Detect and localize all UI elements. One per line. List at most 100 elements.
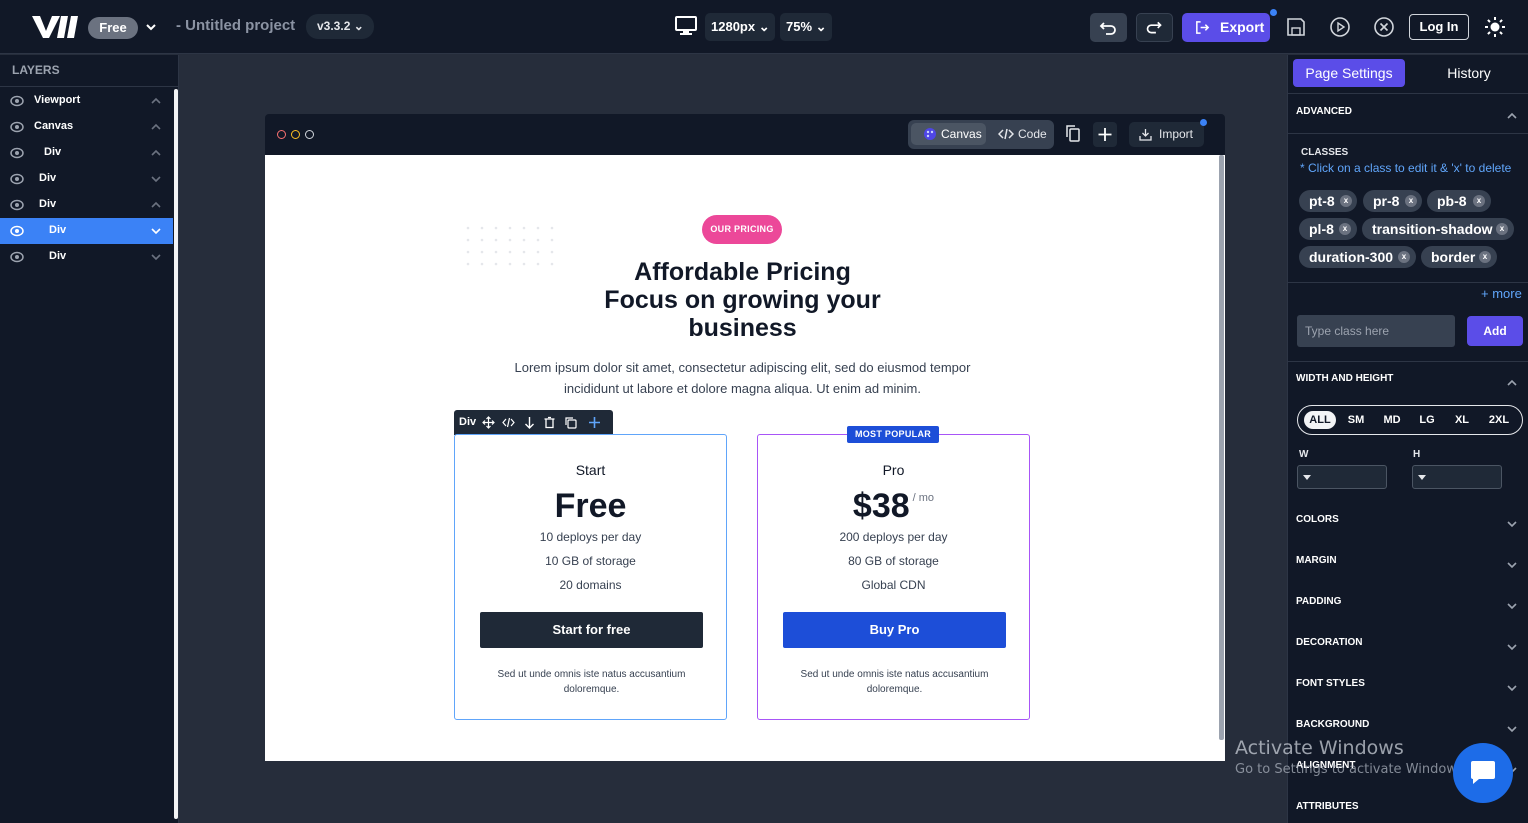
class-chip[interactable]: transition-shadow x <box>1362 218 1514 240</box>
redo-button[interactable] <box>1136 13 1173 42</box>
scrollbar[interactable] <box>174 89 178 819</box>
remove-icon[interactable]: x <box>1405 195 1417 207</box>
section-decoration[interactable]: DECORATION <box>1296 637 1362 648</box>
class-chip[interactable]: pt-8 x <box>1299 190 1357 212</box>
layer-canvas[interactable]: Canvas <box>0 114 173 140</box>
desktop-icon[interactable] <box>675 16 697 36</box>
chevron-down-icon[interactable] <box>1506 601 1518 611</box>
eye-icon[interactable] <box>10 199 24 211</box>
chevron-down-icon[interactable] <box>1506 560 1518 570</box>
eye-icon[interactable] <box>10 173 24 185</box>
remove-icon[interactable]: x <box>1473 195 1485 207</box>
breakpoint-sm[interactable]: SM <box>1341 411 1371 429</box>
breakpoint-lg[interactable]: LG <box>1413 411 1441 429</box>
zoom-value: 75% <box>786 19 813 34</box>
remove-icon[interactable]: x <box>1479 251 1491 263</box>
chevron-down-icon[interactable] <box>144 20 158 34</box>
eye-icon[interactable] <box>10 225 24 237</box>
canvas-page[interactable]: OUR PRICING Affordable Pricing Focus on … <box>265 155 1225 761</box>
chevron-down-icon[interactable] <box>150 226 162 236</box>
pricing-card-pro[interactable]: Pro $38/ mo 200 deploys per day 80 GB of… <box>757 434 1030 720</box>
section-background[interactable]: BACKGROUND <box>1296 719 1369 730</box>
class-chip[interactable]: border x <box>1421 246 1497 268</box>
tab-history[interactable]: History <box>1426 59 1512 87</box>
height-select[interactable] <box>1412 465 1502 489</box>
version-dropdown[interactable]: v3.3.2 ⌄ <box>306 14 374 39</box>
section-font-styles[interactable]: FONT STYLES <box>1296 678 1365 689</box>
chevron-up-icon[interactable] <box>150 122 162 132</box>
save-icon[interactable] <box>1285 16 1307 38</box>
layer-div[interactable]: Div <box>0 192 173 218</box>
undo-button[interactable] <box>1090 13 1127 42</box>
chevron-down-icon[interactable] <box>1506 642 1518 652</box>
close-circle-icon[interactable] <box>1373 16 1395 38</box>
class-chip[interactable]: duration-300 x <box>1299 246 1416 268</box>
class-chip[interactable]: pb-8 x <box>1427 190 1491 212</box>
import-button[interactable]: Import <box>1129 122 1204 147</box>
chevron-up-icon[interactable] <box>150 200 162 210</box>
chevron-down-icon[interactable] <box>150 252 162 262</box>
logo[interactable] <box>30 14 82 40</box>
canvas-mode-button[interactable]: Canvas <box>911 123 986 145</box>
buy-pro-button[interactable]: Buy Pro <box>783 612 1006 648</box>
chevron-up-icon[interactable] <box>1506 111 1518 121</box>
start-for-free-button[interactable]: Start for free <box>480 612 703 648</box>
login-button[interactable]: Log In <box>1409 14 1469 40</box>
layer-div[interactable]: Div <box>0 166 173 192</box>
code-mode-button[interactable]: Code <box>998 123 1047 145</box>
class-chip[interactable]: pl-8 x <box>1299 218 1357 240</box>
add-class-button[interactable]: Add <box>1467 316 1523 346</box>
layer-div[interactable]: Div <box>0 140 173 166</box>
remove-icon[interactable]: x <box>1339 223 1351 235</box>
chevron-down-icon[interactable] <box>1506 683 1518 693</box>
section-advanced[interactable]: ADVANCED <box>1296 106 1352 117</box>
layer-viewport[interactable]: Viewport <box>0 88 173 114</box>
trash-icon[interactable] <box>543 416 556 429</box>
layer-div-selected[interactable]: Div <box>0 218 173 244</box>
eye-icon[interactable] <box>10 251 24 263</box>
arrow-down-icon[interactable] <box>523 416 536 429</box>
chevron-down-icon[interactable] <box>1506 724 1518 734</box>
more-classes-link[interactable]: + more <box>1481 286 1522 301</box>
pricing-card-start[interactable]: Start Free 10 deploys per day 10 GB of s… <box>454 434 727 720</box>
sun-icon[interactable] <box>1484 16 1506 38</box>
project-name[interactable]: - Untitled project <box>176 17 295 34</box>
duplicate-icon[interactable] <box>564 416 577 429</box>
chat-launcher-button[interactable] <box>1453 743 1513 803</box>
play-icon[interactable] <box>1329 16 1351 38</box>
breakpoint-all[interactable]: ALL <box>1304 411 1336 429</box>
remove-icon[interactable]: x <box>1340 195 1352 207</box>
eye-icon[interactable] <box>10 95 24 107</box>
layer-div[interactable]: Div <box>0 244 173 270</box>
class-input[interactable] <box>1297 315 1455 347</box>
add-page-button[interactable] <box>1093 122 1117 147</box>
section-width-height[interactable]: WIDTH AND HEIGHT <box>1296 373 1393 384</box>
zoom-dropdown[interactable]: 75% ⌄ <box>780 13 832 41</box>
copy-icon[interactable] <box>1062 123 1084 145</box>
section-padding[interactable]: PADDING <box>1296 596 1341 607</box>
plus-icon[interactable] <box>588 416 601 429</box>
move-icon[interactable] <box>482 416 495 429</box>
section-attributes[interactable]: ATTRIBUTES <box>1296 801 1359 812</box>
chevron-up-icon[interactable] <box>150 96 162 106</box>
breakpoint-2xl[interactable]: 2XL <box>1482 411 1516 429</box>
resolution-dropdown[interactable]: 1280px ⌄ <box>705 13 775 41</box>
section-colors[interactable]: COLORS <box>1296 514 1339 525</box>
breakpoint-md[interactable]: MD <box>1376 411 1408 429</box>
section-margin[interactable]: MARGIN <box>1296 555 1337 566</box>
class-chip[interactable]: pr-8 x <box>1363 190 1422 212</box>
remove-icon[interactable]: x <box>1398 251 1410 263</box>
remove-icon[interactable]: x <box>1496 223 1508 235</box>
chevron-down-icon[interactable] <box>150 174 162 184</box>
export-button[interactable]: Export <box>1182 13 1270 42</box>
eye-icon[interactable] <box>10 121 24 133</box>
width-select[interactable] <box>1297 465 1387 489</box>
chevron-up-icon[interactable] <box>1506 378 1518 388</box>
tab-page-settings[interactable]: Page Settings <box>1293 59 1405 87</box>
eye-icon[interactable] <box>10 147 24 159</box>
chevron-down-icon[interactable] <box>1506 519 1518 529</box>
breakpoint-xl[interactable]: XL <box>1448 411 1476 429</box>
scrollbar[interactable] <box>1219 155 1224 740</box>
chevron-up-icon[interactable] <box>150 148 162 158</box>
code-icon[interactable] <box>502 416 515 429</box>
